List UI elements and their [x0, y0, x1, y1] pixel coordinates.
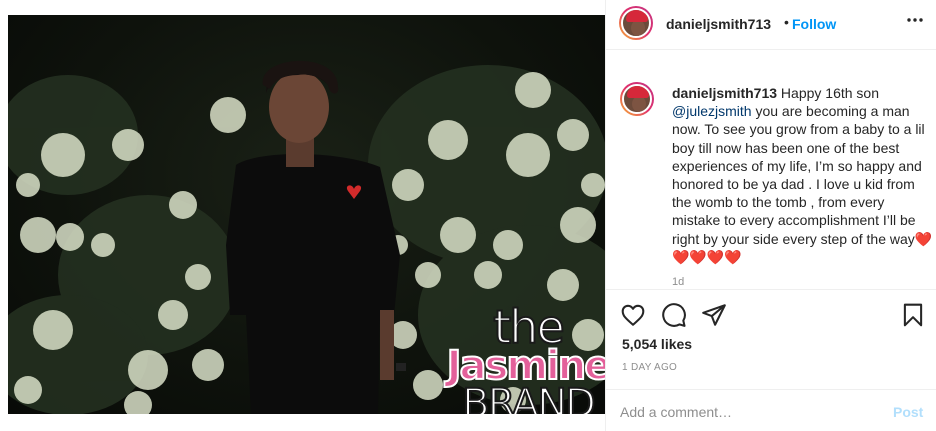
likes-count[interactable]: 5,054 likes — [622, 336, 692, 352]
bookmark-icon[interactable] — [900, 302, 926, 328]
like-heart-icon[interactable] — [620, 302, 646, 328]
header-separator: • — [784, 14, 789, 30]
post-comment-button[interactable]: Post — [893, 404, 923, 420]
posted-timestamp[interactable]: 1 DAY AGO — [622, 362, 677, 373]
author-username-link[interactable]: danieljsmith713 — [666, 16, 771, 32]
caption-mention-link[interactable]: @julezjsmith — [672, 103, 752, 119]
caption-relative-time[interactable]: 1d — [672, 276, 684, 288]
comment-bar: Post — [606, 389, 936, 431]
more-options-icon[interactable] — [906, 11, 924, 34]
author-avatar[interactable] — [619, 6, 653, 40]
post-header: danieljsmith713 • Follow — [606, 0, 936, 50]
send-icon[interactable] — [701, 302, 727, 328]
caption-username-link[interactable]: danieljsmith713 — [672, 85, 777, 101]
caption-text-part1: Happy 16th son — [777, 85, 880, 101]
caption-text-part2: you are becoming a man now. To see you g… — [672, 103, 925, 247]
post-actions: 5,054 likes 1 DAY AGO — [606, 289, 936, 389]
caption-block: danieljsmith713 Happy 16th son @julezjsm… — [606, 70, 936, 288]
person-figure — [226, 60, 406, 414]
post-sidebar: danieljsmith713 • Follow danieljsmith713… — [605, 0, 936, 431]
caption-text: danieljsmith713 Happy 16th son @julezjsm… — [672, 84, 934, 266]
follow-button[interactable]: Follow — [792, 16, 836, 32]
photo-scene — [8, 60, 605, 414]
post-photo[interactable]: the Jasmine BRAND — [8, 15, 605, 414]
caption-avatar[interactable] — [620, 82, 654, 116]
comment-input[interactable] — [620, 402, 880, 422]
comment-icon[interactable] — [661, 302, 687, 328]
